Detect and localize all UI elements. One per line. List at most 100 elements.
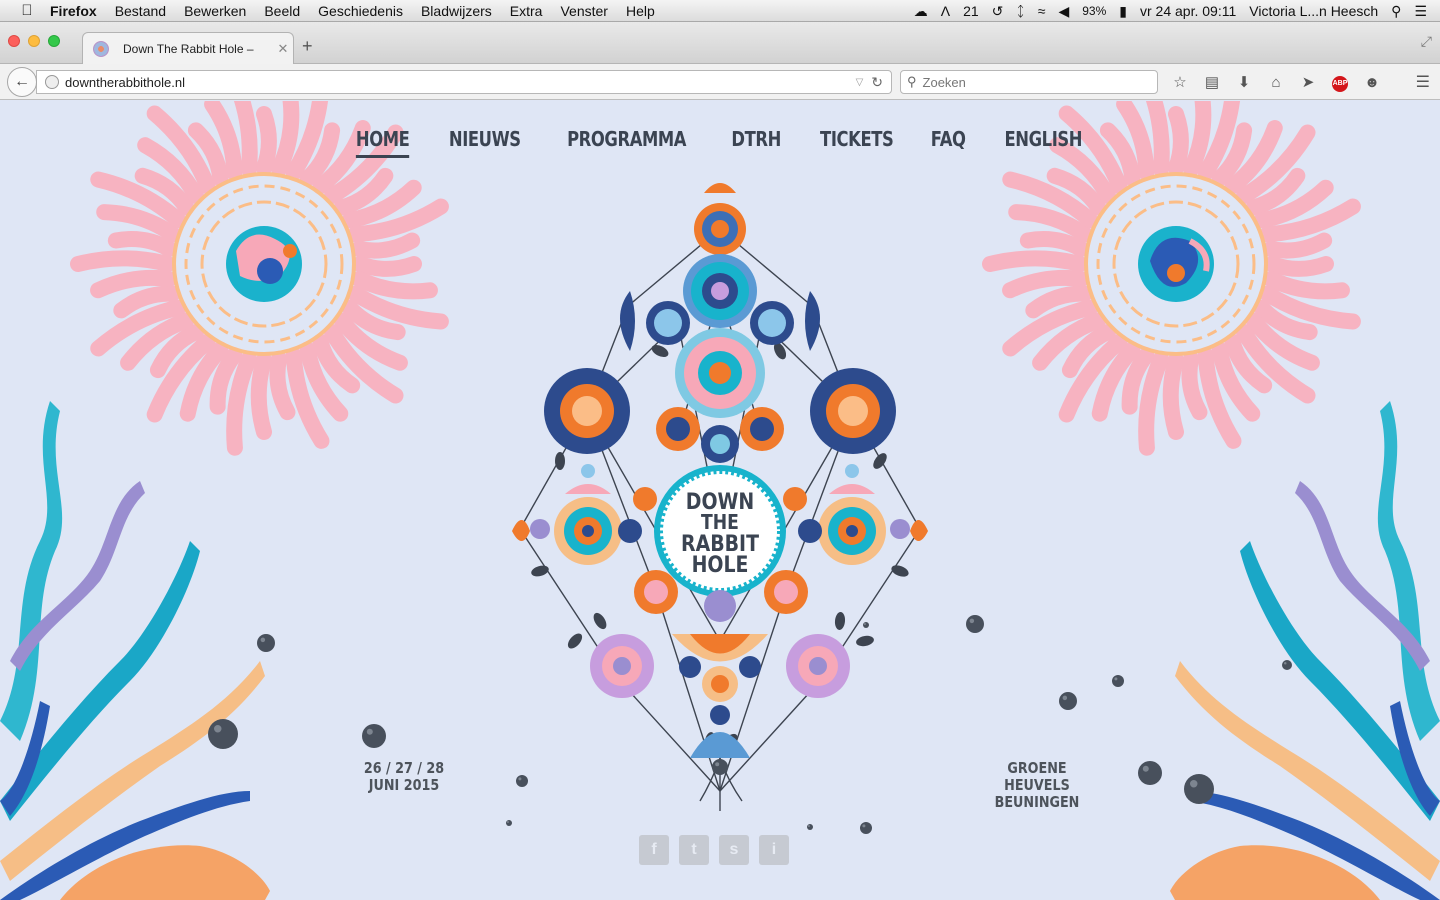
- adblock-icon[interactable]: ABP: [1324, 72, 1356, 92]
- festival-artwork: DOWN THE RABBIT HOLE: [0, 101, 1440, 900]
- left-seaweed-illustration: [0, 401, 270, 900]
- notification-count[interactable]: 21: [963, 3, 979, 19]
- chat-icon[interactable]: ☻: [1356, 74, 1388, 91]
- bubble: [208, 719, 238, 749]
- logo-line-4: HOLE: [692, 552, 749, 578]
- menu-geschiedenis[interactable]: Geschiedenis: [318, 3, 403, 19]
- clock[interactable]: vr 24 apr. 09:11: [1140, 3, 1236, 19]
- nav-nieuws[interactable]: NIEUWS: [449, 127, 521, 158]
- bluetooth-icon[interactable]: ᛨ: [1016, 3, 1024, 19]
- search-placeholder[interactable]: Zoeken: [923, 75, 966, 90]
- back-button[interactable]: ←: [7, 67, 37, 97]
- wifi-icon[interactable]: ≈: [1038, 3, 1046, 19]
- tab-strip: Down The Rabbit Hole – ✕ + ⤢: [0, 22, 1440, 64]
- bubble-highlight: [862, 824, 866, 828]
- bubble: [1059, 692, 1077, 710]
- site-identity-icon[interactable]: [45, 75, 59, 89]
- menu-extra[interactable]: Extra: [510, 3, 543, 19]
- spotlight-icon[interactable]: ⚲: [1391, 3, 1401, 20]
- bubble: [863, 622, 869, 628]
- adobe-icon[interactable]: Λ: [941, 3, 950, 19]
- share-icon[interactable]: ➤: [1292, 73, 1324, 91]
- nav-tickets[interactable]: TICKETS: [820, 127, 894, 158]
- downloads-icon[interactable]: ⬇: [1228, 73, 1260, 91]
- menu-beeld[interactable]: Beeld: [264, 3, 300, 19]
- favicon-icon: [93, 40, 109, 57]
- nav-dtrh[interactable]: DTRH: [731, 127, 781, 158]
- facebook-icon[interactable]: f: [639, 835, 669, 865]
- logo-text: DOWN THE RABBIT HOLE: [681, 489, 759, 578]
- toolbar-icons: ☆ ▤ ⬇ ⌂ ➤ ABP ☻: [1164, 70, 1388, 94]
- bubble-highlight: [1114, 677, 1118, 681]
- nav-home[interactable]: HOME: [355, 127, 409, 158]
- cloud-icon[interactable]: ☁: [914, 3, 928, 20]
- bubble: [807, 824, 813, 830]
- menu-bewerken[interactable]: Bewerken: [184, 3, 246, 19]
- bubble: [1112, 675, 1124, 687]
- navigation-toolbar: downtherabbithole.nl ▽ ↻ ← ⚲ Zoeken ☆ ▤ …: [0, 64, 1440, 100]
- mandala-illustration: DOWN THE RABBIT HOLE: [512, 183, 928, 811]
- notification-center-icon[interactable]: ☰: [1414, 3, 1427, 20]
- bubble-highlight: [715, 762, 720, 767]
- bubble-highlight: [1062, 695, 1068, 701]
- window-zoom-button[interactable]: [48, 35, 60, 47]
- bubble: [1184, 774, 1214, 804]
- history-dropdown-icon[interactable]: ▽: [856, 77, 864, 88]
- bubble: [712, 759, 728, 775]
- bubble: [860, 822, 872, 834]
- fullscreen-icon[interactable]: ⤢: [1421, 33, 1432, 50]
- new-tab-button[interactable]: +: [302, 36, 313, 57]
- bubble: [506, 820, 512, 826]
- social-links: f t s i: [639, 835, 789, 865]
- time-machine-icon[interactable]: ↺: [992, 3, 1004, 20]
- tab-active[interactable]: Down The Rabbit Hole – ✕: [82, 32, 294, 64]
- apple-icon[interactable]: : [18, 2, 36, 19]
- location-town: BEUNINGEN: [994, 793, 1080, 811]
- festival-days: 26 / 27 / 28: [363, 759, 445, 777]
- bubble: [1138, 761, 1162, 785]
- bookmark-star-icon[interactable]: ☆: [1164, 73, 1196, 91]
- menu-venster[interactable]: Venster: [560, 3, 607, 19]
- location-venue: GROENE HEUVELS: [1004, 759, 1070, 794]
- status-area: ☁ Λ 21 ↺ ᛨ ≈ ◀ 93% ▮ vr 24 apr. 09:11 Vi…: [914, 0, 1440, 22]
- festival-month: JUNI 2015: [368, 776, 440, 794]
- bubble: [516, 775, 528, 787]
- home-icon[interactable]: ⌂: [1260, 74, 1292, 91]
- battery-icon[interactable]: ▮: [1119, 3, 1127, 20]
- window-close-button[interactable]: [8, 35, 20, 47]
- bubble-highlight: [518, 777, 522, 781]
- volume-icon[interactable]: ◀: [1058, 3, 1069, 20]
- twitter-icon[interactable]: t: [679, 835, 709, 865]
- window-minimize-button[interactable]: [28, 35, 40, 47]
- logo-line-1: DOWN: [686, 489, 754, 515]
- nav-faq[interactable]: FAQ: [931, 127, 966, 158]
- user-name[interactable]: Victoria L...n Heesch: [1249, 3, 1378, 19]
- instagram-icon[interactable]: i: [759, 835, 789, 865]
- url-bar[interactable]: downtherabbithole.nl ▽ ↻: [36, 70, 892, 94]
- hamburger-menu-icon[interactable]: ☰: [1416, 72, 1430, 92]
- menu-firefox[interactable]: Firefox: [50, 3, 97, 19]
- web-page: DOWN THE RABBIT HOLE HOME NIEUWS PROGRAM…: [0, 101, 1440, 900]
- nav-programma[interactable]: PROGRAMMA: [567, 127, 686, 158]
- bubble-highlight: [1142, 765, 1149, 772]
- bubble-highlight: [506, 820, 509, 823]
- url-text[interactable]: downtherabbithole.nl: [65, 75, 856, 90]
- reading-list-icon[interactable]: ▤: [1196, 73, 1228, 91]
- search-icon: ⚲: [907, 74, 917, 89]
- search-bar[interactable]: ⚲ Zoeken: [900, 70, 1158, 94]
- bubble-highlight: [260, 637, 266, 643]
- right-seaweed-illustration: [1170, 401, 1440, 900]
- tab-close-icon[interactable]: ✕: [273, 41, 293, 57]
- menu-bladwijzers[interactable]: Bladwijzers: [421, 3, 492, 19]
- macos-menubar:  Firefox Bestand Bewerken Beeld Geschie…: [0, 0, 1440, 22]
- menu-help[interactable]: Help: [626, 3, 655, 19]
- bubble-highlight: [863, 622, 866, 625]
- menu-bestand[interactable]: Bestand: [115, 3, 166, 19]
- spotify-icon[interactable]: s: [719, 835, 749, 865]
- reload-icon[interactable]: ↻: [871, 74, 883, 91]
- nav-english[interactable]: ENGLISH: [1004, 127, 1082, 158]
- bubble-highlight: [1190, 780, 1198, 788]
- battery-percentage[interactable]: 93%: [1082, 4, 1106, 18]
- bubble: [362, 724, 386, 748]
- bubble: [1282, 660, 1292, 670]
